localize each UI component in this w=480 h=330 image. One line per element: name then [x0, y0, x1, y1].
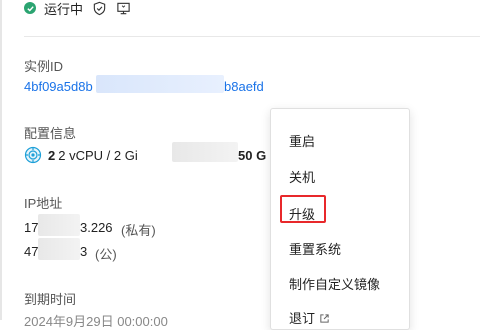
instance-id-suffix[interactable]: b8aefd [224, 79, 264, 94]
public-ip-suffix: 3 [80, 244, 88, 259]
status-text: 运行中 [44, 1, 84, 17]
config-tail: 50 G [238, 148, 267, 163]
config-row: 22 vCPU / 2 Gi [24, 146, 138, 164]
config-label: 配置信息 [24, 126, 77, 141]
menu-item-create-image[interactable]: 制作自定义镜像 [289, 274, 380, 293]
expire-value: 2024年9月29日 00:00:00 [24, 314, 168, 329]
expire-label: 到期时间 [24, 292, 77, 307]
menu-item-shutdown[interactable]: 关机 [289, 167, 315, 186]
status-row: 运行中 [24, 0, 131, 17]
cpu-mem-text: 2 vCPU / 2 Gi [58, 147, 138, 163]
public-ip-prefix: 47 [24, 244, 39, 259]
config-mask [172, 142, 238, 162]
monitor-icon[interactable] [115, 0, 131, 16]
private-ip-tag: (私有) [121, 223, 156, 238]
menu-item-restart[interactable]: 重启 [289, 131, 315, 150]
private-ip-mask [38, 214, 80, 236]
private-ip-prefix: 17 [24, 220, 39, 235]
menu-item-reset-system[interactable]: 重置系统 [289, 239, 341, 258]
cpu-chip-icon [24, 146, 42, 164]
public-ip-tag: (公) [95, 247, 117, 262]
instance-id-label: 实例ID [24, 59, 64, 74]
menu-item-unsubscribe[interactable]: 退订 [289, 308, 330, 327]
instance-id-mask [96, 75, 224, 93]
running-check-icon [24, 2, 36, 14]
shield-check-icon[interactable] [91, 0, 107, 16]
public-ip-mask [38, 238, 80, 260]
instance-id-prefix[interactable]: 4bf09a5d8b [24, 79, 93, 94]
ip-label: IP地址 [24, 196, 63, 211]
section-divider [24, 36, 480, 37]
left-border [0, 0, 2, 320]
upgrade-highlight-box [280, 195, 326, 223]
private-ip-suffix: 3.226 [80, 220, 113, 235]
